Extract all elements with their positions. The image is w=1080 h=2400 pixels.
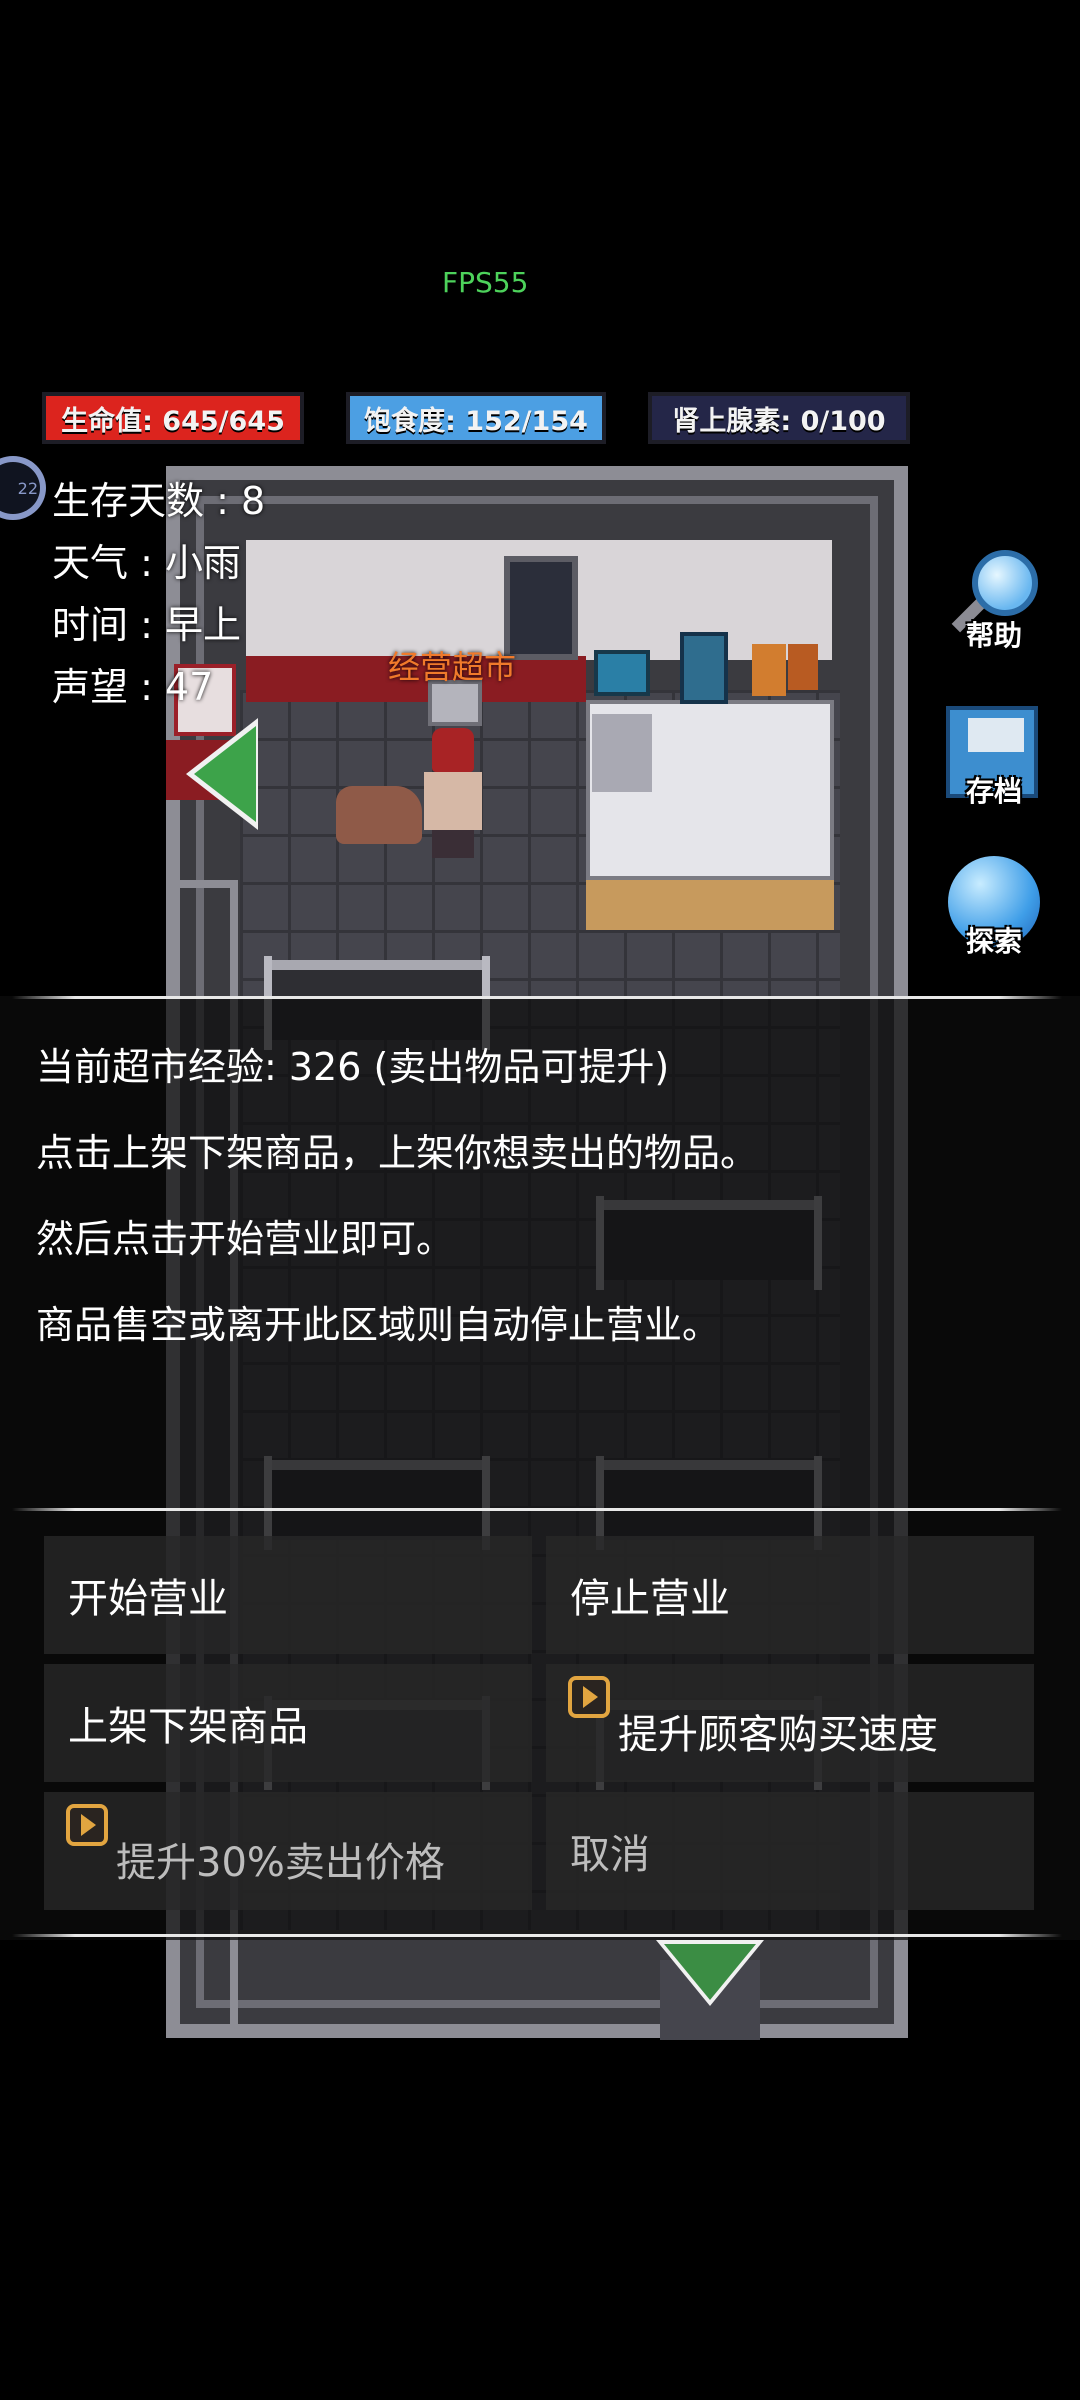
stop-business-button[interactable]: 停止营业 xyxy=(546,1536,1034,1654)
start-business-label: 开始营业 xyxy=(68,1576,228,1622)
avatar-badge: 22 xyxy=(17,478,38,498)
boost-sell-price-label: 提升30%卖出价格 xyxy=(116,1840,445,1886)
player-legs xyxy=(432,830,474,858)
adrenaline-label: 肾上腺素: 0/100 xyxy=(672,405,886,437)
adrenaline-bar: 肾上腺素: 0/100 xyxy=(648,392,910,444)
help-button[interactable]: 帮助 xyxy=(942,550,1046,654)
time-of-day: 时间 : 早上 xyxy=(52,603,241,647)
dialog-instruction-line: 点击上架下架商品，上架你想卖出的物品。 xyxy=(36,1131,759,1175)
shelve-items-button[interactable]: 上架下架商品 xyxy=(44,1664,532,1782)
phone-item xyxy=(680,632,728,704)
options-bottom-divider xyxy=(12,1934,1062,1937)
box-item xyxy=(788,644,818,690)
satiety-bar: 饱食度: 152/154 xyxy=(346,392,606,444)
dialog-instruction-line: 商品售空或离开此区域则自动停止营业。 xyxy=(36,1303,721,1347)
fps-counter: FPS55 xyxy=(442,266,529,299)
player-body xyxy=(424,772,482,830)
stop-business-label: 停止营业 xyxy=(570,1576,730,1622)
dialog-instruction-line: 然后点击开始营业即可。 xyxy=(36,1217,455,1261)
save-button[interactable]: 存档 xyxy=(942,706,1046,810)
start-business-button[interactable]: 开始营业 xyxy=(44,1536,532,1654)
box-item xyxy=(752,644,786,696)
basket-item xyxy=(594,650,650,696)
explore-label: 探索 xyxy=(965,925,1022,958)
health-label: 生命值: 645/645 xyxy=(61,405,285,437)
exit-left-arrow-icon[interactable] xyxy=(194,726,256,822)
survival-days: 生存天数 : 8 xyxy=(52,479,266,523)
magnifier-icon xyxy=(972,550,1038,616)
cancel-label: 取消 xyxy=(570,1832,650,1878)
exit-down-arrow-icon[interactable] xyxy=(664,1944,756,2000)
shelve-items-label: 上架下架商品 xyxy=(68,1704,308,1750)
explore-button[interactable]: 探索 xyxy=(942,856,1046,960)
cancel-button[interactable]: 取消 xyxy=(546,1792,1034,1910)
shop-npc-label: 经营超市 xyxy=(388,648,517,686)
satiety-label: 饱食度: 152/154 xyxy=(364,405,588,437)
save-label: 存档 xyxy=(965,775,1022,808)
dog-companion xyxy=(336,786,422,844)
boost-customer-speed-label: 提升顾客购买速度 xyxy=(618,1712,938,1758)
health-bar: 生命值: 645/645 xyxy=(42,392,304,444)
options-top-divider xyxy=(12,1508,1062,1511)
player-head xyxy=(432,728,474,772)
dialog-top-divider xyxy=(12,996,1062,999)
ad-play-icon xyxy=(66,1804,108,1846)
reputation: 声望 : 47 xyxy=(52,665,214,709)
weather: 天气 : 小雨 xyxy=(52,541,241,585)
boost-sell-price-button[interactable]: 提升30%卖出价格 xyxy=(44,1792,532,1910)
player-avatar[interactable]: 22 xyxy=(0,456,46,520)
cash-register xyxy=(592,714,652,792)
boost-customer-speed-button[interactable]: 提升顾客购买速度 xyxy=(546,1664,1034,1782)
counter-drawers xyxy=(586,880,834,930)
help-label: 帮助 xyxy=(965,619,1022,652)
ad-play-icon xyxy=(568,1676,610,1718)
shop-experience-text: 当前超市经验: 326 (卖出物品可提升) xyxy=(36,1045,670,1089)
